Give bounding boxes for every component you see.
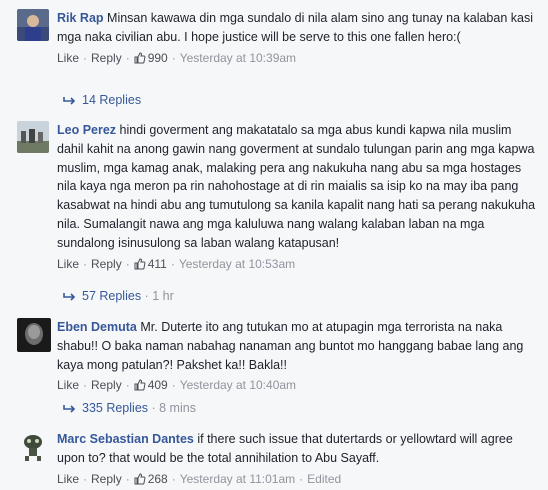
- comment-text: Eben Demuta Mr. Duterte ito ang tutukan …: [57, 318, 540, 374]
- replies-link[interactable]: 57 Replies · 1 hr: [62, 287, 174, 307]
- avatar[interactable]: [17, 318, 51, 352]
- like-count[interactable]: 411: [148, 257, 167, 271]
- comment-text: Rik Rap Minsan kawawa din mga sundalo di…: [57, 9, 540, 47]
- comment-thread: Rik Rap Minsan kawawa din mga sundalo di…: [0, 0, 548, 487]
- like-link[interactable]: Like: [57, 378, 79, 392]
- avatar[interactable]: [17, 121, 49, 153]
- replies-link[interactable]: 14 Replies: [62, 91, 141, 111]
- comment-actions: Like · Reply · 409 · Yesterday at 10:40am: [57, 376, 540, 396]
- edited-label[interactable]: Edited: [307, 472, 341, 486]
- like-link[interactable]: Like: [57, 51, 79, 65]
- comment-body: hindi goverment ang makatatalo sa mga ab…: [57, 123, 536, 250]
- thumbs-up-icon: [134, 51, 146, 69]
- timestamp[interactable]: Yesterday at 10:53am: [179, 257, 295, 271]
- avatar[interactable]: [17, 9, 49, 41]
- author-name[interactable]: Leo Perez: [57, 123, 116, 137]
- reply-link[interactable]: Reply: [91, 257, 122, 271]
- comment-body: Minsan kawawa din mga sundalo di nila al…: [57, 11, 533, 44]
- avatar-image-icon: [17, 9, 49, 41]
- timestamp[interactable]: Yesterday at 11:01am: [180, 472, 295, 486]
- replies-count[interactable]: 14 Replies: [82, 93, 141, 107]
- like-link[interactable]: Like: [57, 472, 79, 486]
- avatar-image-icon: [17, 430, 49, 462]
- like-link[interactable]: Like: [57, 257, 79, 271]
- reply-link[interactable]: Reply: [91, 378, 122, 392]
- replies-link[interactable]: 335 Replies · 8 mins: [62, 399, 196, 419]
- timestamp[interactable]: Yesterday at 10:40am: [180, 378, 296, 392]
- replies-age[interactable]: 1 hr: [152, 289, 174, 303]
- comment-text: Marc Sebastian Dantes if there such issu…: [57, 430, 540, 468]
- thumbs-up-icon: [134, 257, 146, 275]
- reply-arrow-icon: [62, 401, 76, 419]
- comment-actions: Like · Reply · 990 · Yesterday at 10:39am: [57, 49, 540, 69]
- like-count[interactable]: 268: [148, 472, 168, 486]
- comment-actions: Like · Reply · 411 · Yesterday at 10:53am: [57, 255, 540, 275]
- like-count[interactable]: 990: [148, 51, 168, 65]
- author-name[interactable]: Marc Sebastian Dantes: [57, 432, 194, 446]
- reply-arrow-icon: [62, 93, 76, 111]
- avatar-image-icon: [17, 318, 51, 352]
- reply-arrow-icon: [62, 289, 76, 307]
- replies-age[interactable]: 8 mins: [159, 401, 196, 415]
- timestamp[interactable]: Yesterday at 10:39am: [180, 51, 296, 65]
- thumbs-up-icon: [134, 378, 146, 396]
- like-count[interactable]: 409: [148, 378, 168, 392]
- replies-count[interactable]: 57 Replies: [82, 289, 141, 303]
- author-name[interactable]: Rik Rap: [57, 11, 104, 25]
- replies-count[interactable]: 335 Replies: [82, 401, 148, 415]
- reply-link[interactable]: Reply: [91, 51, 122, 65]
- comment-text: Leo Perez hindi goverment ang makatatalo…: [57, 121, 540, 253]
- author-name[interactable]: Eben Demuta: [57, 320, 137, 334]
- avatar[interactable]: [17, 430, 49, 462]
- avatar-image-icon: [17, 121, 49, 153]
- reply-link[interactable]: Reply: [91, 472, 122, 486]
